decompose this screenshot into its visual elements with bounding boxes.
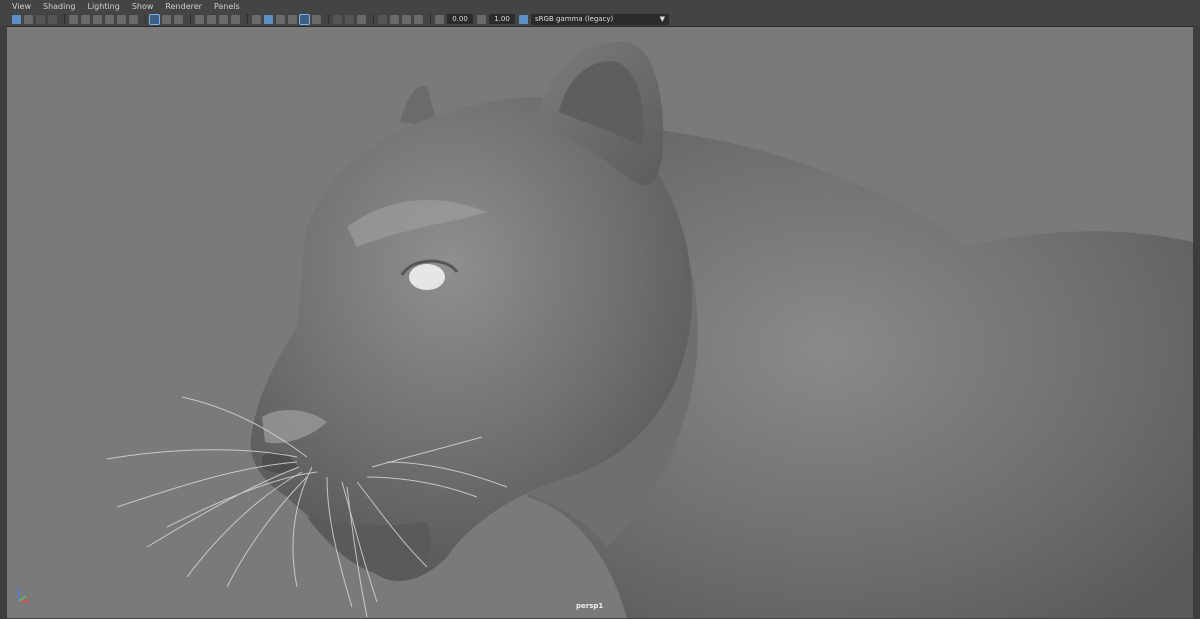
smooth-shade-icon[interactable] [162,14,171,24]
film-gate-icon[interactable] [69,14,78,24]
view-transform-label: sRGB gamma (legacy) [535,14,614,23]
shadows-icon[interactable] [219,14,228,24]
viewport[interactable] [7,26,1193,618]
panther-model [106,41,1193,618]
backface-culling-icon[interactable] [345,14,354,24]
grid-icon[interactable] [357,14,366,24]
wireframe-icon[interactable] [149,13,160,25]
menu-shading[interactable]: Shading [43,2,76,11]
gamma-icon[interactable] [477,14,486,24]
menu-view[interactable]: View [12,2,31,11]
safe-title-icon[interactable] [129,14,138,24]
motion-blur-icon[interactable] [252,14,261,24]
menu-lighting[interactable]: Lighting [87,2,119,11]
exposure-icon[interactable] [435,14,444,24]
safe-action-icon[interactable] [117,14,126,24]
xray-joints-icon[interactable] [312,14,321,24]
textured-icon[interactable] [195,14,204,24]
two-sided-lighting-icon[interactable] [390,14,399,24]
panel-toolbar: 0.00 1.00 sRGB gamma (legacy) ▼ [0,12,1200,26]
hud-icon[interactable] [378,14,387,24]
screen-space-ao-icon[interactable] [231,14,240,24]
isolate-select-icon[interactable] [288,14,297,24]
field-chart-icon[interactable] [105,14,114,24]
right-panel-edge [1193,26,1200,619]
view-transform-dropdown[interactable]: sRGB gamma (legacy) ▼ [531,13,669,25]
resolution-icon[interactable] [414,14,423,24]
panel-menu-bar: View Shading Lighting Show Renderer Pane… [0,0,1200,12]
exposure-field[interactable]: 0.00 [447,14,473,24]
lock-camera-icon[interactable] [402,14,411,24]
gamma-field[interactable]: 1.00 [489,14,515,24]
xray-icon[interactable] [299,13,310,25]
color-management-icon[interactable] [519,14,528,24]
depth-of-field-icon[interactable] [276,14,285,24]
camera-name-label: persp1 [576,602,604,610]
camera-attributes-icon[interactable] [24,14,33,24]
chevron-down-icon: ▼ [659,14,665,23]
multisample-aa-icon[interactable] [264,14,273,24]
menu-panels[interactable]: Panels [214,2,240,11]
menu-renderer[interactable]: Renderer [165,2,202,11]
bookmark-icon[interactable] [36,14,45,24]
image-plane-icon[interactable] [48,14,57,24]
left-panel-edge [0,26,7,619]
view-axis-icon [18,588,30,602]
use-all-lights-icon[interactable] [207,14,216,24]
xray-components-icon[interactable] [333,14,342,24]
menu-show[interactable]: Show [132,2,154,11]
select-camera-icon[interactable] [12,14,21,24]
wireframe-on-shaded-icon[interactable] [174,14,183,24]
resolution-gate-icon[interactable] [81,14,90,24]
gate-mask-icon[interactable] [93,14,102,24]
